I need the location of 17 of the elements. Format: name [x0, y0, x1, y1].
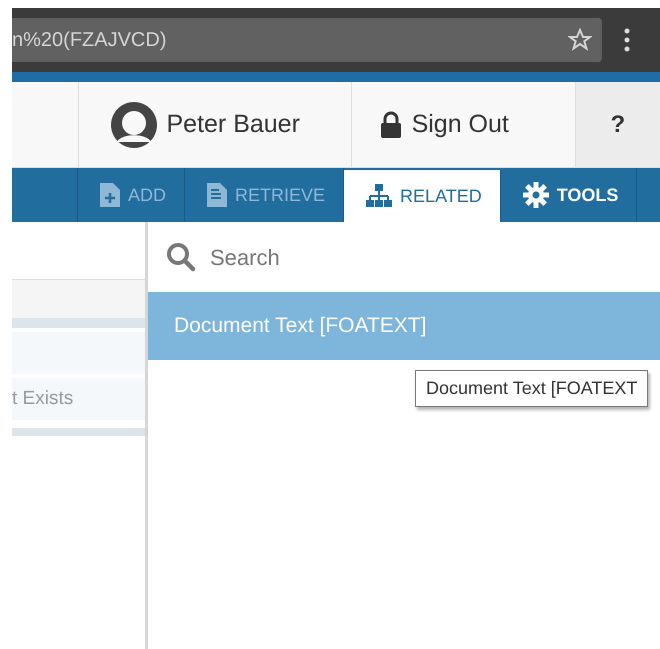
document-icon [207, 183, 228, 207]
menu-icon[interactable] [624, 28, 630, 52]
toolbar-tab[interactable]: TOOLS [500, 168, 638, 222]
search-icon [166, 242, 196, 272]
tooltip: Document Text [FOATEXT [415, 370, 648, 407]
toolbar-tab[interactable]: RELATED [344, 170, 501, 222]
search-field[interactable]: Search [208, 240, 508, 274]
lock-icon [380, 110, 402, 138]
user-name[interactable]: Peter Bauer [166, 106, 300, 144]
file-plus-icon [100, 183, 120, 207]
star-icon[interactable] [568, 28, 592, 52]
user-avatar-icon [110, 102, 156, 148]
url-text: n%20(FZAJVCD) [12, 28, 166, 53]
address-bar[interactable]: n%20(FZAJVCD) [12, 18, 602, 62]
sign-out-link[interactable]: Sign Out [412, 106, 509, 144]
sitemap-icon [366, 184, 392, 208]
help-button[interactable]: ? [576, 82, 660, 167]
